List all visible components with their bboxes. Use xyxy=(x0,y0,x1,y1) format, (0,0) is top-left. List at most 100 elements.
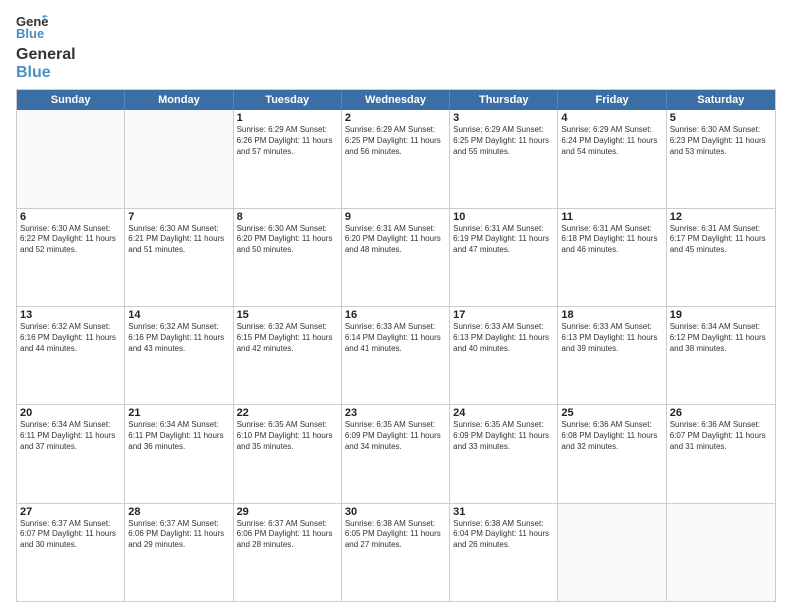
day-info: Sunrise: 6:34 AM Sunset: 6:11 PM Dayligh… xyxy=(20,420,121,452)
day-number: 18 xyxy=(561,309,662,321)
weekday-header-sunday: Sunday xyxy=(17,90,125,110)
calendar-day-5: 5Sunrise: 6:30 AM Sunset: 6:23 PM Daylig… xyxy=(667,110,775,207)
day-info: Sunrise: 6:32 AM Sunset: 6:16 PM Dayligh… xyxy=(128,322,229,354)
calendar-day-14: 14Sunrise: 6:32 AM Sunset: 6:16 PM Dayli… xyxy=(125,307,233,404)
calendar-day-4: 4Sunrise: 6:29 AM Sunset: 6:24 PM Daylig… xyxy=(558,110,666,207)
calendar-day-30: 30Sunrise: 6:38 AM Sunset: 6:05 PM Dayli… xyxy=(342,504,450,601)
calendar-body: 1Sunrise: 6:29 AM Sunset: 6:26 PM Daylig… xyxy=(17,110,775,601)
day-info: Sunrise: 6:33 AM Sunset: 6:13 PM Dayligh… xyxy=(453,322,554,354)
day-info: Sunrise: 6:38 AM Sunset: 6:05 PM Dayligh… xyxy=(345,519,446,551)
day-number: 30 xyxy=(345,506,446,518)
calendar-day-2: 2Sunrise: 6:29 AM Sunset: 6:25 PM Daylig… xyxy=(342,110,450,207)
day-number: 3 xyxy=(453,112,554,124)
calendar-day-8: 8Sunrise: 6:30 AM Sunset: 6:20 PM Daylig… xyxy=(234,209,342,306)
calendar-day-16: 16Sunrise: 6:33 AM Sunset: 6:14 PM Dayli… xyxy=(342,307,450,404)
calendar-day-21: 21Sunrise: 6:34 AM Sunset: 6:11 PM Dayli… xyxy=(125,405,233,502)
day-info: Sunrise: 6:30 AM Sunset: 6:22 PM Dayligh… xyxy=(20,224,121,256)
calendar-header: SundayMondayTuesdayWednesdayThursdayFrid… xyxy=(17,90,775,110)
day-info: Sunrise: 6:32 AM Sunset: 6:16 PM Dayligh… xyxy=(20,322,121,354)
calendar-empty-cell xyxy=(558,504,666,601)
calendar: SundayMondayTuesdayWednesdayThursdayFrid… xyxy=(16,89,776,602)
calendar-day-19: 19Sunrise: 6:34 AM Sunset: 6:12 PM Dayli… xyxy=(667,307,775,404)
calendar-week-5: 27Sunrise: 6:37 AM Sunset: 6:07 PM Dayli… xyxy=(17,503,775,601)
day-info: Sunrise: 6:37 AM Sunset: 6:06 PM Dayligh… xyxy=(128,519,229,551)
day-info: Sunrise: 6:29 AM Sunset: 6:25 PM Dayligh… xyxy=(453,125,554,157)
day-info: Sunrise: 6:29 AM Sunset: 6:24 PM Dayligh… xyxy=(561,125,662,157)
logo: General Blue General Blue xyxy=(16,12,76,81)
day-number: 10 xyxy=(453,211,554,223)
day-info: Sunrise: 6:29 AM Sunset: 6:25 PM Dayligh… xyxy=(345,125,446,157)
day-info: Sunrise: 6:31 AM Sunset: 6:19 PM Dayligh… xyxy=(453,224,554,256)
calendar-empty-cell xyxy=(125,110,233,207)
day-info: Sunrise: 6:35 AM Sunset: 6:10 PM Dayligh… xyxy=(237,420,338,452)
day-info: Sunrise: 6:37 AM Sunset: 6:06 PM Dayligh… xyxy=(237,519,338,551)
day-info: Sunrise: 6:35 AM Sunset: 6:09 PM Dayligh… xyxy=(345,420,446,452)
calendar-week-4: 20Sunrise: 6:34 AM Sunset: 6:11 PM Dayli… xyxy=(17,404,775,502)
calendar-day-1: 1Sunrise: 6:29 AM Sunset: 6:26 PM Daylig… xyxy=(234,110,342,207)
day-number: 14 xyxy=(128,309,229,321)
day-number: 2 xyxy=(345,112,446,124)
calendar-day-17: 17Sunrise: 6:33 AM Sunset: 6:13 PM Dayli… xyxy=(450,307,558,404)
svg-text:Blue: Blue xyxy=(16,26,44,41)
calendar-day-15: 15Sunrise: 6:32 AM Sunset: 6:15 PM Dayli… xyxy=(234,307,342,404)
weekday-header-saturday: Saturday xyxy=(667,90,775,110)
day-number: 19 xyxy=(670,309,772,321)
calendar-day-31: 31Sunrise: 6:38 AM Sunset: 6:04 PM Dayli… xyxy=(450,504,558,601)
calendar-day-12: 12Sunrise: 6:31 AM Sunset: 6:17 PM Dayli… xyxy=(667,209,775,306)
day-info: Sunrise: 6:31 AM Sunset: 6:17 PM Dayligh… xyxy=(670,224,772,256)
day-number: 24 xyxy=(453,407,554,419)
day-number: 16 xyxy=(345,309,446,321)
day-info: Sunrise: 6:31 AM Sunset: 6:18 PM Dayligh… xyxy=(561,224,662,256)
day-info: Sunrise: 6:37 AM Sunset: 6:07 PM Dayligh… xyxy=(20,519,121,551)
logo-icon: General Blue xyxy=(16,12,48,44)
calendar-day-28: 28Sunrise: 6:37 AM Sunset: 6:06 PM Dayli… xyxy=(125,504,233,601)
day-number: 15 xyxy=(237,309,338,321)
day-number: 9 xyxy=(345,211,446,223)
weekday-header-tuesday: Tuesday xyxy=(234,90,342,110)
calendar-empty-cell xyxy=(667,504,775,601)
day-info: Sunrise: 6:35 AM Sunset: 6:09 PM Dayligh… xyxy=(453,420,554,452)
calendar-day-27: 27Sunrise: 6:37 AM Sunset: 6:07 PM Dayli… xyxy=(17,504,125,601)
day-info: Sunrise: 6:31 AM Sunset: 6:20 PM Dayligh… xyxy=(345,224,446,256)
day-info: Sunrise: 6:32 AM Sunset: 6:15 PM Dayligh… xyxy=(237,322,338,354)
calendar-day-23: 23Sunrise: 6:35 AM Sunset: 6:09 PM Dayli… xyxy=(342,405,450,502)
logo-text-blue: Blue xyxy=(16,64,76,82)
day-number: 11 xyxy=(561,211,662,223)
day-number: 5 xyxy=(670,112,772,124)
day-number: 6 xyxy=(20,211,121,223)
day-number: 4 xyxy=(561,112,662,124)
day-info: Sunrise: 6:33 AM Sunset: 6:13 PM Dayligh… xyxy=(561,322,662,354)
weekday-header-thursday: Thursday xyxy=(450,90,558,110)
day-number: 12 xyxy=(670,211,772,223)
day-number: 7 xyxy=(128,211,229,223)
calendar-week-1: 1Sunrise: 6:29 AM Sunset: 6:26 PM Daylig… xyxy=(17,110,775,207)
calendar-day-29: 29Sunrise: 6:37 AM Sunset: 6:06 PM Dayli… xyxy=(234,504,342,601)
day-number: 28 xyxy=(128,506,229,518)
day-number: 23 xyxy=(345,407,446,419)
day-info: Sunrise: 6:33 AM Sunset: 6:14 PM Dayligh… xyxy=(345,322,446,354)
day-number: 22 xyxy=(237,407,338,419)
calendar-day-10: 10Sunrise: 6:31 AM Sunset: 6:19 PM Dayli… xyxy=(450,209,558,306)
day-number: 25 xyxy=(561,407,662,419)
day-info: Sunrise: 6:30 AM Sunset: 6:23 PM Dayligh… xyxy=(670,125,772,157)
day-number: 27 xyxy=(20,506,121,518)
day-number: 13 xyxy=(20,309,121,321)
day-info: Sunrise: 6:34 AM Sunset: 6:11 PM Dayligh… xyxy=(128,420,229,452)
day-number: 21 xyxy=(128,407,229,419)
calendar-day-25: 25Sunrise: 6:36 AM Sunset: 6:08 PM Dayli… xyxy=(558,405,666,502)
calendar-day-26: 26Sunrise: 6:36 AM Sunset: 6:07 PM Dayli… xyxy=(667,405,775,502)
day-info: Sunrise: 6:36 AM Sunset: 6:07 PM Dayligh… xyxy=(670,420,772,452)
day-number: 29 xyxy=(237,506,338,518)
logo-text-general: General xyxy=(16,46,76,64)
page-header: General Blue General Blue xyxy=(16,12,776,81)
calendar-day-24: 24Sunrise: 6:35 AM Sunset: 6:09 PM Dayli… xyxy=(450,405,558,502)
day-number: 1 xyxy=(237,112,338,124)
day-number: 20 xyxy=(20,407,121,419)
calendar-day-3: 3Sunrise: 6:29 AM Sunset: 6:25 PM Daylig… xyxy=(450,110,558,207)
calendar-week-3: 13Sunrise: 6:32 AM Sunset: 6:16 PM Dayli… xyxy=(17,306,775,404)
day-number: 17 xyxy=(453,309,554,321)
day-info: Sunrise: 6:34 AM Sunset: 6:12 PM Dayligh… xyxy=(670,322,772,354)
calendar-day-22: 22Sunrise: 6:35 AM Sunset: 6:10 PM Dayli… xyxy=(234,405,342,502)
calendar-day-20: 20Sunrise: 6:34 AM Sunset: 6:11 PM Dayli… xyxy=(17,405,125,502)
day-number: 31 xyxy=(453,506,554,518)
